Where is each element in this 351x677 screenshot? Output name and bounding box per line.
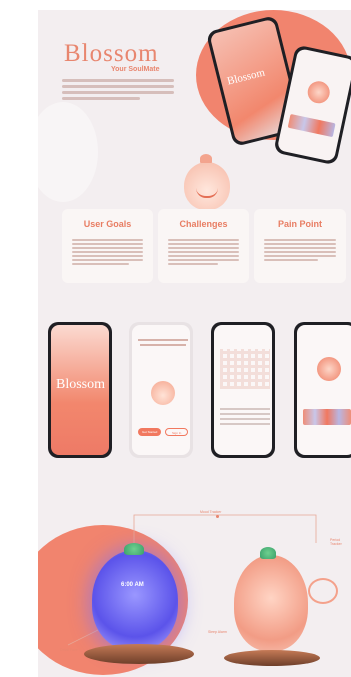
sleep-device bbox=[92, 550, 178, 650]
mood-mascot-icon bbox=[317, 357, 341, 381]
device-clock: 6:00 AM bbox=[121, 582, 144, 588]
onboarding-mascot-icon bbox=[151, 381, 175, 405]
label-period-tracker: Period Tracker bbox=[330, 538, 342, 546]
screen-onboarding: Get Started Sign In bbox=[129, 322, 193, 458]
mascot-icon bbox=[184, 154, 230, 210]
hero-phone-brand: Blossom bbox=[225, 66, 267, 88]
poster: Blossom Your SoulMate Blossom User Goals… bbox=[38, 10, 351, 677]
sign-in-button[interactable]: Sign In bbox=[165, 428, 188, 436]
card-title-pain-point: Pain Point bbox=[277, 219, 322, 229]
mood-device bbox=[234, 555, 308, 651]
mascot-smile-icon bbox=[196, 188, 218, 198]
mood-bars bbox=[303, 409, 351, 425]
stand-left bbox=[84, 644, 194, 664]
card-user-goals: User Goals bbox=[62, 209, 153, 283]
mood-chart bbox=[287, 113, 336, 138]
get-started-label: Get Started bbox=[142, 430, 158, 434]
flower-stem-icon bbox=[308, 578, 338, 604]
screen-mood-tracker bbox=[294, 322, 351, 458]
brand-logo: Blossom bbox=[64, 40, 159, 67]
brand-tagline: Your SoulMate bbox=[111, 66, 160, 73]
label-mood-tracker: Mood Tracker bbox=[200, 510, 222, 514]
petal-top-left bbox=[38, 102, 98, 202]
sleep-device-sprout-icon bbox=[124, 543, 144, 555]
card-challenges: Challenges bbox=[158, 209, 249, 283]
get-started-button[interactable]: Get Started bbox=[138, 428, 161, 436]
label-sleep-alarm: Sleep Alarm bbox=[208, 630, 227, 634]
splash-brand: Blossom bbox=[56, 377, 106, 392]
intro-text bbox=[62, 76, 174, 103]
screen-splash: Blossom bbox=[48, 322, 112, 458]
card-pain-point: Pain Point bbox=[254, 209, 346, 283]
label-detail-face: Detail Face bbox=[60, 648, 78, 652]
card-title-user-goals: User Goals bbox=[83, 219, 132, 229]
sign-in-label: Sign In bbox=[172, 431, 182, 435]
screen-calendar bbox=[211, 322, 275, 458]
mascot-icon bbox=[305, 79, 332, 106]
dot-mood-tracker bbox=[216, 515, 219, 518]
card-title-challenges: Challenges bbox=[179, 219, 228, 229]
stand-right bbox=[224, 650, 320, 666]
calendar-grid[interactable] bbox=[220, 349, 270, 389]
mood-device-sprout-icon bbox=[260, 547, 276, 559]
mascot-sprout-icon bbox=[200, 154, 212, 163]
